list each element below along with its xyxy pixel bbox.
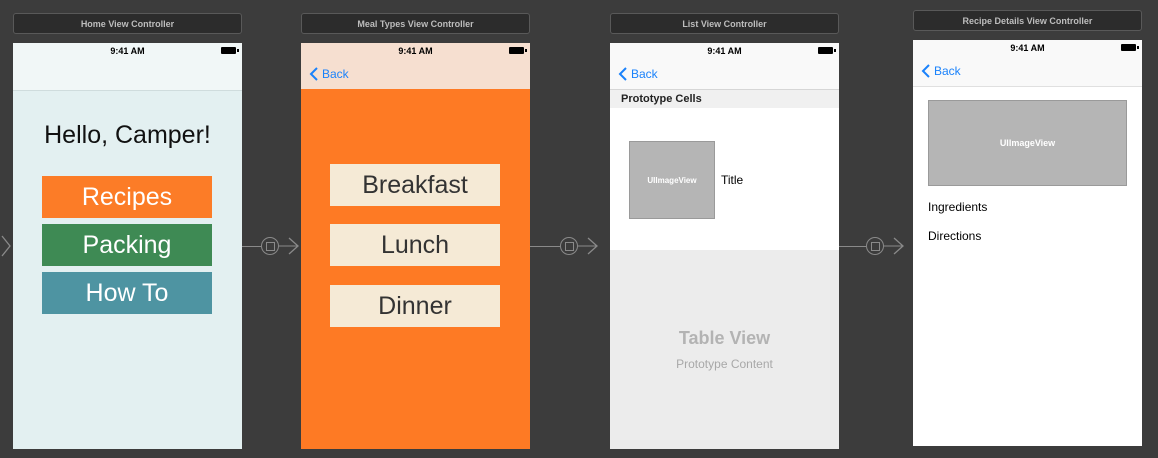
battery-icon: [1121, 44, 1139, 51]
segue-meal-types-to-list[interactable]: [530, 235, 611, 257]
ingredients-label: Ingredients: [928, 200, 988, 214]
home-scene-title[interactable]: Home View Controller: [13, 13, 242, 34]
chevron-left-icon: [618, 67, 627, 81]
lunch-button[interactable]: Lunch: [330, 224, 500, 266]
chevron-left-icon: [921, 64, 930, 78]
cell-title-label: Title: [721, 173, 744, 187]
incoming-segue-arrow-icon: [1, 235, 11, 257]
status-bar: 9:41 AM: [13, 43, 242, 59]
battery-icon: [221, 47, 239, 54]
segue-icon: [866, 237, 884, 255]
table-view-title: Table View: [678, 328, 771, 348]
battery-icon: [818, 47, 836, 54]
segue-arrow-icon: [578, 237, 598, 255]
segue-icon: [261, 237, 279, 255]
meal-types-view-controller[interactable]: 9:41 AM Back Breakfast Lunch Dinner: [301, 43, 530, 449]
packing-button[interactable]: Packing: [42, 224, 212, 266]
navigation-bar: Back: [301, 59, 530, 89]
recipe-details-view-controller[interactable]: 9:41 AM Back UIImageView Ingredients Dir…: [913, 40, 1142, 446]
segue-list-to-recipe-details[interactable]: [839, 235, 914, 257]
recipes-button[interactable]: Recipes: [42, 176, 212, 218]
segue-home-to-meal-types[interactable]: [242, 235, 302, 257]
cell-image-view: UIImageView: [629, 141, 715, 219]
segue-arrow-icon: [279, 237, 299, 255]
recipe-details-nav-area: 9:41 AM Back: [913, 40, 1142, 87]
status-bar: 9:41 AM: [301, 43, 530, 59]
meal-types-nav-area: 9:41 AM Back: [301, 43, 530, 89]
status-bar: 9:41 AM: [913, 40, 1142, 56]
recipe-details-scene-title[interactable]: Recipe Details View Controller: [913, 10, 1142, 31]
how-to-button[interactable]: How To: [42, 272, 212, 314]
back-button[interactable]: Back: [919, 63, 961, 79]
navigation-bar: Back: [610, 59, 839, 89]
back-button[interactable]: Back: [307, 66, 349, 82]
back-button[interactable]: Back: [616, 66, 658, 82]
dinner-button[interactable]: Dinner: [330, 285, 500, 327]
breakfast-button[interactable]: Breakfast: [330, 164, 500, 206]
list-scene-title[interactable]: List View Controller: [610, 13, 839, 34]
list-nav-area: 9:41 AM Back: [610, 43, 839, 90]
battery-icon: [509, 47, 527, 54]
home-top-bar: 9:41 AM: [13, 43, 242, 91]
list-view-controller[interactable]: 9:41 AM Back Prototype Cells UIImageView…: [610, 43, 839, 449]
home-view-controller[interactable]: 9:41 AM Hello, Camper! Recipes Packing H…: [13, 43, 242, 449]
meal-types-scene-title[interactable]: Meal Types View Controller: [301, 13, 530, 34]
directions-label: Directions: [928, 229, 982, 243]
recipe-image-view: UIImageView: [928, 100, 1127, 186]
table-view-subtitle: Prototype Content: [676, 357, 773, 371]
prototype-cells-header: Prototype Cells: [610, 90, 839, 108]
segue-arrow-icon: [884, 237, 904, 255]
segue-icon: [560, 237, 578, 255]
greeting-label: Hello, Camper!: [44, 121, 211, 149]
navigation-bar: Back: [913, 56, 1142, 86]
prototype-cell[interactable]: UIImageView Title: [610, 108, 839, 250]
chevron-left-icon: [309, 67, 318, 81]
status-bar: 9:41 AM: [610, 43, 839, 59]
